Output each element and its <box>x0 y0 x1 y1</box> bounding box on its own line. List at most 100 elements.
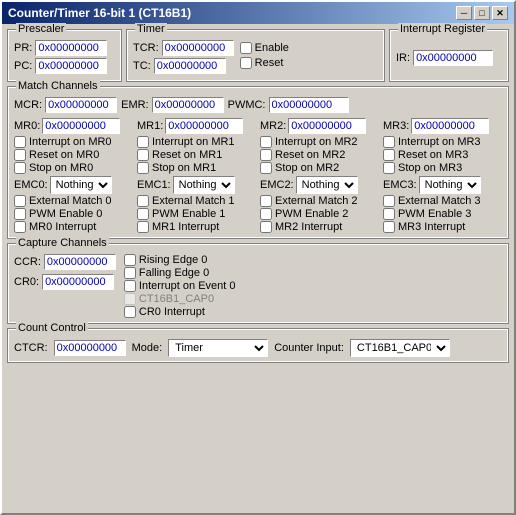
pc-row: PC: <box>14 58 115 74</box>
emr-row: EMR: <box>121 97 224 113</box>
mr2-int[interactable] <box>260 221 272 233</box>
ext-match0-label[interactable]: External Match 0 <box>14 195 133 207</box>
emc0-group: EMC0: NothingToggleClearSet External Mat… <box>14 176 133 233</box>
pwmc-label: PWMC: <box>228 99 266 111</box>
tc-input[interactable] <box>154 58 226 74</box>
reset-mr0[interactable] <box>14 149 26 161</box>
mr1-int[interactable] <box>137 221 149 233</box>
cr0-int-label[interactable]: CR0 Interrupt <box>124 306 236 318</box>
rising-edge0[interactable] <box>124 254 136 266</box>
int-mr3[interactable] <box>383 136 395 148</box>
int-mr2[interactable] <box>260 136 272 148</box>
emc1-select[interactable]: NothingToggleClearSet <box>173 176 235 194</box>
int-event0-label[interactable]: Interrupt on Event 0 <box>124 280 236 292</box>
ext-match3-label[interactable]: External Match 3 <box>383 195 502 207</box>
pwm-en2-label[interactable]: PWM Enable 2 <box>260 208 379 220</box>
reset-checkbox[interactable] <box>240 57 252 69</box>
int-mr3-label[interactable]: Interrupt on MR3 <box>383 136 502 148</box>
counter-input-select[interactable]: CT16B1_CAP0 CT16B1_CAP1 <box>350 339 450 357</box>
int-event0[interactable] <box>124 280 136 292</box>
stop-mr2-label[interactable]: Stop on MR2 <box>260 162 379 174</box>
mr2-input[interactable] <box>288 118 366 134</box>
pwm-en0[interactable] <box>14 208 26 220</box>
mr3-int-label[interactable]: MR3 Interrupt <box>383 221 502 233</box>
mr1-label: MR1: <box>137 120 163 132</box>
pwm-en3[interactable] <box>383 208 395 220</box>
ir-row: IR: <box>396 50 502 66</box>
reset-mr3-label[interactable]: Reset on MR3 <box>383 149 502 161</box>
reset-mr2-label[interactable]: Reset on MR2 <box>260 149 379 161</box>
reset-mr3[interactable] <box>383 149 395 161</box>
minimize-button[interactable]: ─ <box>456 6 472 20</box>
ir-input[interactable] <box>413 50 493 66</box>
stop-mr3-label[interactable]: Stop on MR3 <box>383 162 502 174</box>
ccr-input[interactable] <box>44 254 116 270</box>
pwm-en1-label[interactable]: PWM Enable 1 <box>137 208 256 220</box>
emc3-select[interactable]: NothingToggleClearSet <box>419 176 481 194</box>
pwm-en2[interactable] <box>260 208 272 220</box>
rising-edge0-label[interactable]: Rising Edge 0 <box>124 254 236 266</box>
stop-mr1-label[interactable]: Stop on MR1 <box>137 162 256 174</box>
mcr-input[interactable] <box>45 97 117 113</box>
match-channels-group: Match Channels MCR: EMR: PWMC: <box>7 86 509 239</box>
tcr-label: TCR: <box>133 42 159 54</box>
reset-mr1-label[interactable]: Reset on MR1 <box>137 149 256 161</box>
int-mr1-label[interactable]: Interrupt on MR1 <box>137 136 256 148</box>
ext-match2-label[interactable]: External Match 2 <box>260 195 379 207</box>
pwmc-row: PWMC: <box>228 97 349 113</box>
mr0-input[interactable] <box>42 118 120 134</box>
mr1-int-label[interactable]: MR1 Interrupt <box>137 221 256 233</box>
emr-input[interactable] <box>152 97 224 113</box>
pwm-en3-label[interactable]: PWM Enable 3 <box>383 208 502 220</box>
falling-edge0-label[interactable]: Falling Edge 0 <box>124 267 236 279</box>
mr3-input[interactable] <box>411 118 489 134</box>
ext-match3[interactable] <box>383 195 395 207</box>
close-button[interactable]: ✕ <box>492 6 508 20</box>
reset-mr1[interactable] <box>137 149 149 161</box>
capture-left: CCR: CR0: <box>14 254 116 318</box>
ext-match2[interactable] <box>260 195 272 207</box>
falling-edge0[interactable] <box>124 267 136 279</box>
int-mr0-label[interactable]: Interrupt on MR0 <box>14 136 133 148</box>
pc-label: PC: <box>14 60 32 72</box>
enable-checkbox[interactable] <box>240 42 252 54</box>
stop-mr0-label[interactable]: Stop on MR0 <box>14 162 133 174</box>
pwm-en1[interactable] <box>137 208 149 220</box>
stop-mr1[interactable] <box>137 162 149 174</box>
mr2-int-label[interactable]: MR2 Interrupt <box>260 221 379 233</box>
pr-input[interactable] <box>35 40 107 56</box>
ctcr-input[interactable] <box>54 340 126 356</box>
pc-input[interactable] <box>35 58 107 74</box>
ext-match0[interactable] <box>14 195 26 207</box>
ext-match1-label[interactable]: External Match 1 <box>137 195 256 207</box>
mr1-checks: Interrupt on MR1 Reset on MR1 Stop on MR… <box>137 136 256 174</box>
tcr-input[interactable] <box>162 40 234 56</box>
pwmc-input[interactable] <box>269 97 349 113</box>
reset-checkbox-label[interactable]: Reset <box>240 57 289 69</box>
stop-mr0[interactable] <box>14 162 26 174</box>
cr0-input[interactable] <box>42 274 114 290</box>
reset-mr0-label[interactable]: Reset on MR0 <box>14 149 133 161</box>
emc3-select-row: EMC3: NothingToggleClearSet <box>383 176 502 194</box>
ext-match1[interactable] <box>137 195 149 207</box>
cr0-int[interactable] <box>124 306 136 318</box>
int-mr2-label[interactable]: Interrupt on MR2 <box>260 136 379 148</box>
maximize-button[interactable]: □ <box>474 6 490 20</box>
mr0-int[interactable] <box>14 221 26 233</box>
mode-select[interactable]: Timer Counter - Rising Counter - Falling… <box>168 339 268 357</box>
mr1-input[interactable] <box>165 118 243 134</box>
pwm-en0-label[interactable]: PWM Enable 0 <box>14 208 133 220</box>
mr3-group: MR3: <box>383 118 502 134</box>
emc2-select[interactable]: NothingToggleClearSet <box>296 176 358 194</box>
stop-mr2[interactable] <box>260 162 272 174</box>
mr3-int[interactable] <box>383 221 395 233</box>
reset-mr2[interactable] <box>260 149 272 161</box>
int-mr0[interactable] <box>14 136 26 148</box>
emc1-group: EMC1: NothingToggleClearSet External Mat… <box>137 176 256 233</box>
stop-mr3[interactable] <box>383 162 395 174</box>
mr0-int-label[interactable]: MR0 Interrupt <box>14 221 133 233</box>
enable-checkbox-label[interactable]: Enable <box>240 42 289 54</box>
emc1-select-row: EMC1: NothingToggleClearSet <box>137 176 256 194</box>
emc0-select[interactable]: NothingToggleClearSet <box>50 176 112 194</box>
int-mr1[interactable] <box>137 136 149 148</box>
